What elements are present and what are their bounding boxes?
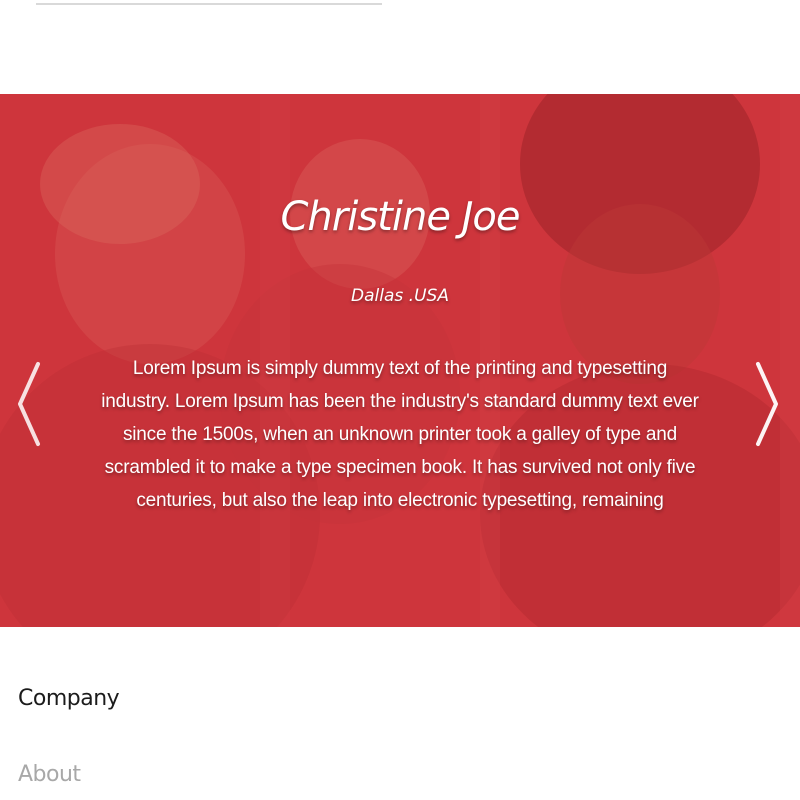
top-divider: [36, 3, 382, 5]
testimonial-quote: Lorem Ipsum is simply dummy text of the …: [101, 358, 699, 511]
testimonial-name: Christine Joe: [280, 194, 520, 240]
chevron-right-icon: [756, 362, 778, 446]
testimonial-slider: Christine Joe Dallas .USA Lorem Ipsum is…: [0, 94, 800, 627]
footer-company-heading: Company: [18, 686, 120, 711]
testimonial-location: Dallas .USA: [351, 286, 449, 306]
chevron-left-icon: [18, 362, 40, 446]
slider-next-button[interactable]: [748, 356, 788, 452]
footer-link-about[interactable]: About: [18, 762, 81, 787]
slider-prev-button[interactable]: [8, 356, 48, 452]
